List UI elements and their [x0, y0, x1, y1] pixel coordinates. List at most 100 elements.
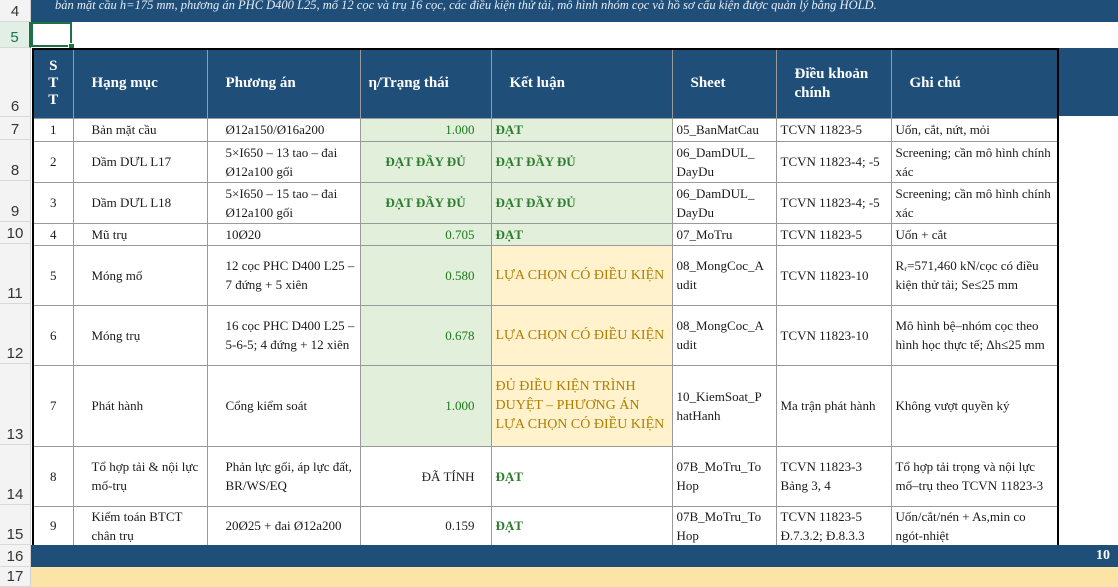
cell-ket-luan[interactable]: LỰA CHỌN CÓ ĐIỀU KIỆN	[490, 304, 673, 366]
cell-ket-luan[interactable]: ĐẠT	[490, 505, 673, 547]
cell-hang-muc[interactable]: Mũ trụ	[72, 222, 208, 246]
merged-note-banner[interactable]: bản mặt cầu h=175 mm, phương án PHC D400…	[31, 0, 1118, 22]
row-header-5[interactable]: 5	[0, 22, 31, 48]
row-header-6[interactable]: 6	[0, 48, 31, 117]
footer-yellow-row[interactable]	[31, 567, 1118, 587]
header-stt[interactable]: S T T	[32, 48, 74, 119]
cell-dieu-khoan[interactable]: TCVN 11823-5	[775, 117, 892, 142]
cell-sheet[interactable]: 08_MongCoc_A udit	[671, 304, 777, 366]
row-header-13[interactable]: 13	[0, 364, 31, 445]
cell-ket-luan[interactable]: ĐẠT	[490, 117, 673, 142]
row-header-8[interactable]: 8	[0, 140, 31, 181]
cell-stt[interactable]: 7	[32, 364, 74, 447]
cell-stt[interactable]: 2	[32, 140, 74, 183]
cell-phuong-an[interactable]: 16 cọc PHC D400 L25 – 5-6-5; 4 đứng + 12…	[206, 304, 361, 366]
cell-eta[interactable]: 1.000	[359, 117, 492, 142]
header-sheet[interactable]: Sheet	[671, 48, 777, 119]
cell-sheet[interactable]: 05_BanMatCau	[671, 117, 777, 142]
row-header-7[interactable]: 7	[0, 117, 31, 140]
header-hang-muc[interactable]: Hạng mục	[72, 48, 208, 119]
cell-dieu-khoan[interactable]: TCVN 11823-4; -5	[775, 181, 892, 224]
cell-ket-luan[interactable]: ĐẠT	[490, 222, 673, 246]
header-row: S T T Hạng mục Phương án η/Trạng thái Kế…	[32, 48, 1059, 119]
cell-eta[interactable]: 0.159	[359, 505, 492, 547]
table-row: 1 Bản mặt cầu Ø12a150/Ø16a200 1.000 ĐẠT …	[32, 117, 1059, 142]
cell-phuong-an[interactable]: Phản lực gối, áp lực đất, BR/WS/EQ	[206, 445, 361, 507]
cell-phuong-an[interactable]: Cổng kiểm soát	[206, 364, 361, 447]
cell-ket-luan[interactable]: ĐỦ ĐIỀU KIỆN TRÌNH DUYỆT – PHƯƠNG ÁN LỰA…	[490, 364, 673, 447]
cell-eta[interactable]: 0.705	[359, 222, 492, 246]
row-header-10[interactable]: 10	[0, 222, 31, 244]
cell-dieu-khoan[interactable]: TCVN 11823-5 Đ.7.3.2; Đ.8.3.3	[775, 505, 892, 547]
cell-hang-muc[interactable]: Tổ hợp tải & nội lực mố-trụ	[72, 445, 208, 507]
cell-stt[interactable]: 6	[32, 304, 74, 366]
cell-ghi-chu[interactable]: Uốn + cắt	[890, 222, 1059, 246]
cell-hang-muc[interactable]: Kiểm toán BTCT chân trụ	[72, 505, 208, 547]
row-header-11[interactable]: 11	[0, 244, 31, 304]
cell-eta[interactable]: 0.580	[359, 244, 492, 306]
cell-ghi-chu[interactable]: Tổ hợp tải trọng và nội lực mố–trụ theo …	[890, 445, 1059, 507]
cell-phuong-an[interactable]: 5×I650 – 13 tao – đai Ø12a100 gối	[206, 140, 361, 183]
row-header-12[interactable]: 12	[0, 304, 31, 364]
header-dieu-khoan[interactable]: Điều khoản chính	[775, 48, 892, 119]
cell-sheet[interactable]: 10_KiemSoat_P hatHanh	[671, 364, 777, 447]
cell-stt[interactable]: 5	[32, 244, 74, 306]
cell-ket-luan[interactable]: ĐẠT	[490, 445, 673, 507]
cell-stt[interactable]: 1	[32, 117, 74, 142]
cell-stt[interactable]: 4	[32, 222, 74, 246]
cell-ghi-chu[interactable]: Mô hình bệ–nhóm cọc theo hình học thực t…	[890, 304, 1059, 366]
cell-phuong-an[interactable]: 10Ø20	[206, 222, 361, 246]
cell-phuong-an[interactable]: 12 cọc PHC D400 L25 – 7 đứng + 5 xiên	[206, 244, 361, 306]
cell-phuong-an[interactable]: 20Ø25 + đai Ø12a200	[206, 505, 361, 547]
cell-sheet[interactable]: 06_DamDUL_ DayDu	[671, 140, 777, 183]
row-header-14[interactable]: 14	[0, 445, 31, 505]
row-header-15[interactable]: 15	[0, 505, 31, 545]
cell-hang-muc[interactable]: Phát hành	[72, 364, 208, 447]
cell-ghi-chu[interactable]: Screening; cần mô hình chính xác	[890, 140, 1059, 183]
row-header-17[interactable]: 17	[0, 567, 31, 587]
cell-ket-luan[interactable]: ĐẠT ĐẦY ĐỦ	[490, 181, 673, 224]
cell-eta[interactable]: 1.000	[359, 364, 492, 447]
cell-eta[interactable]: ĐẠT ĐẦY ĐỦ	[359, 140, 492, 183]
cell-ghi-chu[interactable]: Uốn/cắt/nén + As,min co ngót-nhiệt	[890, 505, 1059, 547]
cell-ghi-chu[interactable]: Screening; cần mô hình chính xác	[890, 181, 1059, 224]
cell-phuong-an[interactable]: Ø12a150/Ø16a200	[206, 117, 361, 142]
cell-hang-muc[interactable]: Bản mặt cầu	[72, 117, 208, 142]
row-header-16[interactable]: 16	[0, 545, 31, 567]
cell-eta[interactable]: ĐÃ TÍNH	[359, 445, 492, 507]
cell-dieu-khoan[interactable]: TCVN 11823-3 Bảng 3, 4	[775, 445, 892, 507]
cell-hang-muc[interactable]: Móng mố	[72, 244, 208, 306]
cell-dieu-khoan[interactable]: TCVN 11823-10	[775, 244, 892, 306]
row-header-9[interactable]: 9	[0, 181, 31, 222]
cell-dieu-khoan[interactable]: TCVN 11823-10	[775, 304, 892, 366]
selected-cell[interactable]	[31, 22, 72, 47]
cell-ket-luan[interactable]: ĐẠT ĐẦY ĐỦ	[490, 140, 673, 183]
header-ghi-chu[interactable]: Ghi chú	[890, 48, 1059, 119]
cell-dieu-khoan[interactable]: TCVN 11823-5	[775, 222, 892, 246]
cell-eta[interactable]: 0.678	[359, 304, 492, 366]
cell-ghi-chu[interactable]: Không vượt quyền ký	[890, 364, 1059, 447]
cell-sheet[interactable]: 07B_MoTru_To Hop	[671, 445, 777, 507]
cell-ket-luan[interactable]: LỰA CHỌN CÓ ĐIỀU KIỆN	[490, 244, 673, 306]
cell-ghi-chu[interactable]: Uốn, cắt, nứt, mỏi	[890, 117, 1059, 142]
footer-bar[interactable]: 10	[31, 545, 1118, 567]
cell-ghi-chu[interactable]: Rᵣ=571,460 kN/cọc có điều kiện thử tải; …	[890, 244, 1059, 306]
cell-dieu-khoan[interactable]: Ma trận phát hành	[775, 364, 892, 447]
cell-phuong-an[interactable]: 5×I650 – 15 tao – đai Ø12a100 gối	[206, 181, 361, 224]
cell-hang-muc[interactable]: Móng trụ	[72, 304, 208, 366]
cell-sheet[interactable]: 08_MongCoc_A udit	[671, 244, 777, 306]
cell-sheet[interactable]: 07_MoTru	[671, 222, 777, 246]
cell-hang-muc[interactable]: Dầm DƯL L17	[72, 140, 208, 183]
cell-eta[interactable]: ĐẠT ĐẦY ĐỦ	[359, 181, 492, 224]
header-ket-luan[interactable]: Kết luận	[490, 48, 673, 119]
cell-stt[interactable]: 8	[32, 445, 74, 507]
header-phuong-an[interactable]: Phương án	[206, 48, 361, 119]
cell-sheet[interactable]: 06_DamDUL_ DayDu	[671, 181, 777, 224]
cell-hang-muc[interactable]: Dầm DƯL L18	[72, 181, 208, 224]
header-eta[interactable]: η/Trạng thái	[359, 48, 492, 119]
cell-stt[interactable]: 3	[32, 181, 74, 224]
cell-stt[interactable]: 9	[32, 505, 74, 547]
cell-sheet[interactable]: 07B_MoTru_To Hop	[671, 505, 777, 547]
row-header-4[interactable]: 4	[0, 0, 31, 22]
cell-dieu-khoan[interactable]: TCVN 11823-4; -5	[775, 140, 892, 183]
